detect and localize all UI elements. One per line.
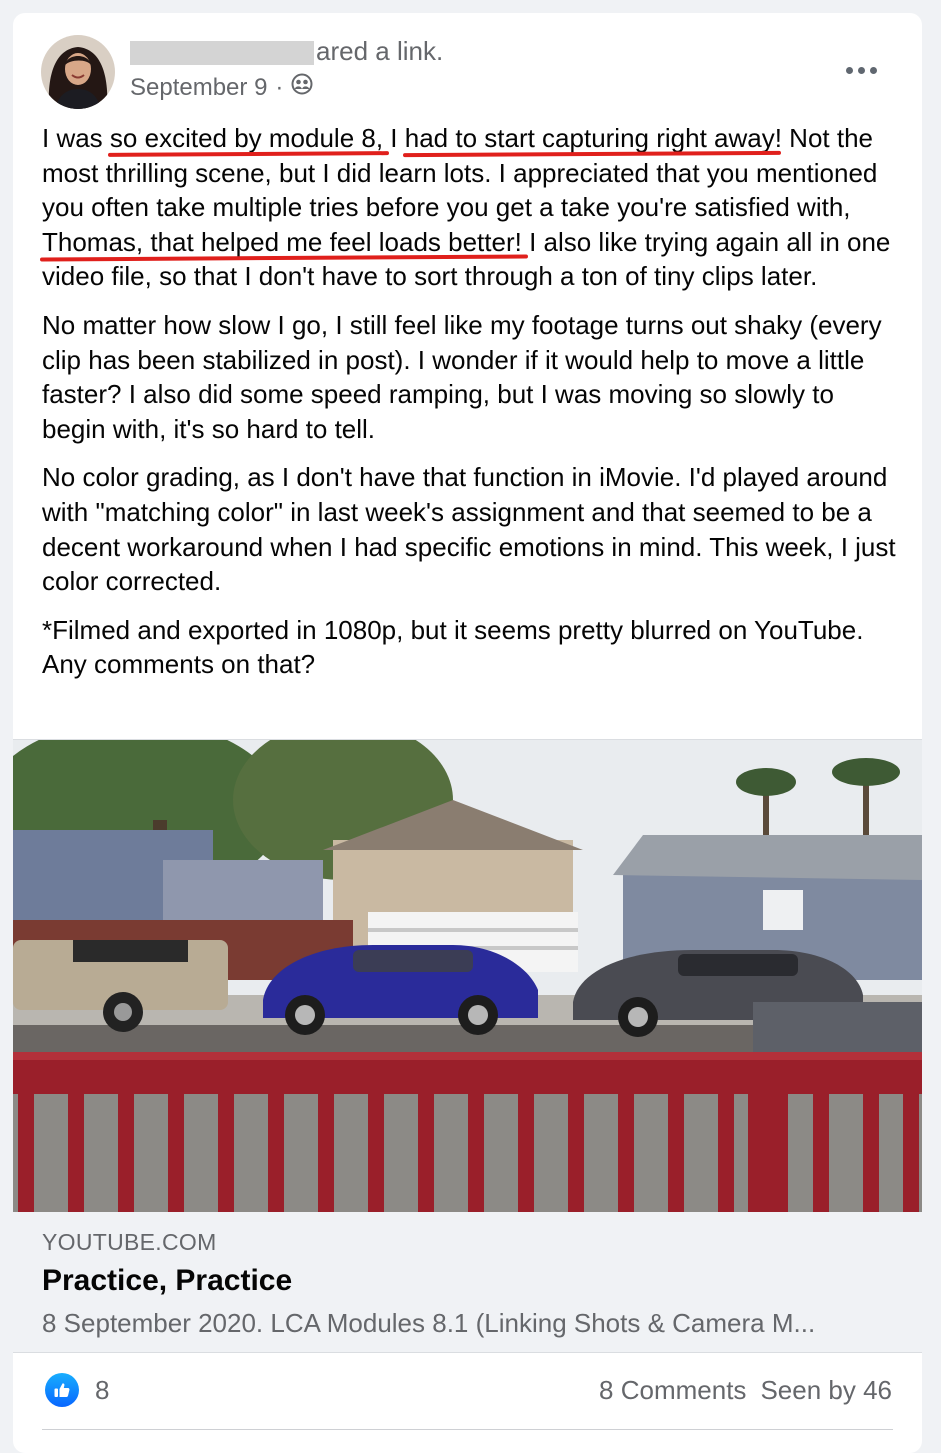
post-paragraph-1: I was so excited by module 8, I had to s… [42, 123, 891, 292]
highlighted-phrase-1: so excited by module 8, [109, 123, 384, 153]
group-icon [291, 73, 313, 102]
more-options-icon[interactable] [831, 55, 891, 85]
avatar[interactable] [41, 35, 115, 109]
post-paragraph-4: *Filmed and exported in 1080p, but it se… [42, 614, 864, 680]
post-meta: September 9 · [130, 73, 313, 102]
meta-separator: · [275, 73, 284, 101]
footer-divider [42, 1429, 893, 1430]
post-card: ared a link. September 9 · I was so exci… [13, 13, 922, 1453]
reactions-summary[interactable]: 8 [45, 1373, 109, 1407]
highlighted-phrase-3: Thomas, that helped me feel loads better… [42, 226, 522, 257]
link-title[interactable]: Practice, Practice [42, 1264, 292, 1298]
post-stats: 8 Comments Seen by 46 [599, 1375, 892, 1406]
redacted-author-name [130, 41, 314, 65]
post-date[interactable]: September 9 [130, 74, 267, 102]
link-preview-meta[interactable]: YOUTUBE.COM Practice, Practice 8 Septemb… [13, 1212, 922, 1353]
post-paragraph-3: No color grading, as I don't have that f… [42, 462, 896, 597]
post-action-text: ared a link. [316, 36, 444, 66]
comments-count[interactable]: 8 Comments [599, 1375, 746, 1406]
post-paragraph-2: No matter how slow I go, I still feel li… [42, 309, 882, 444]
highlighted-phrase-2: had to start capturing right away [404, 123, 775, 153]
link-description: 8 September 2020. LCA Modules 8.1 (Linki… [42, 1308, 816, 1338]
link-preview-image[interactable] [13, 739, 922, 1213]
like-thumb-icon [45, 1373, 79, 1407]
like-count: 8 [95, 1374, 110, 1405]
post-body: I was so excited by module 8, I had to s… [42, 121, 902, 696]
link-domain: YOUTUBE.COM [42, 1229, 217, 1255]
seen-by-count[interactable]: Seen by 46 [760, 1375, 892, 1406]
